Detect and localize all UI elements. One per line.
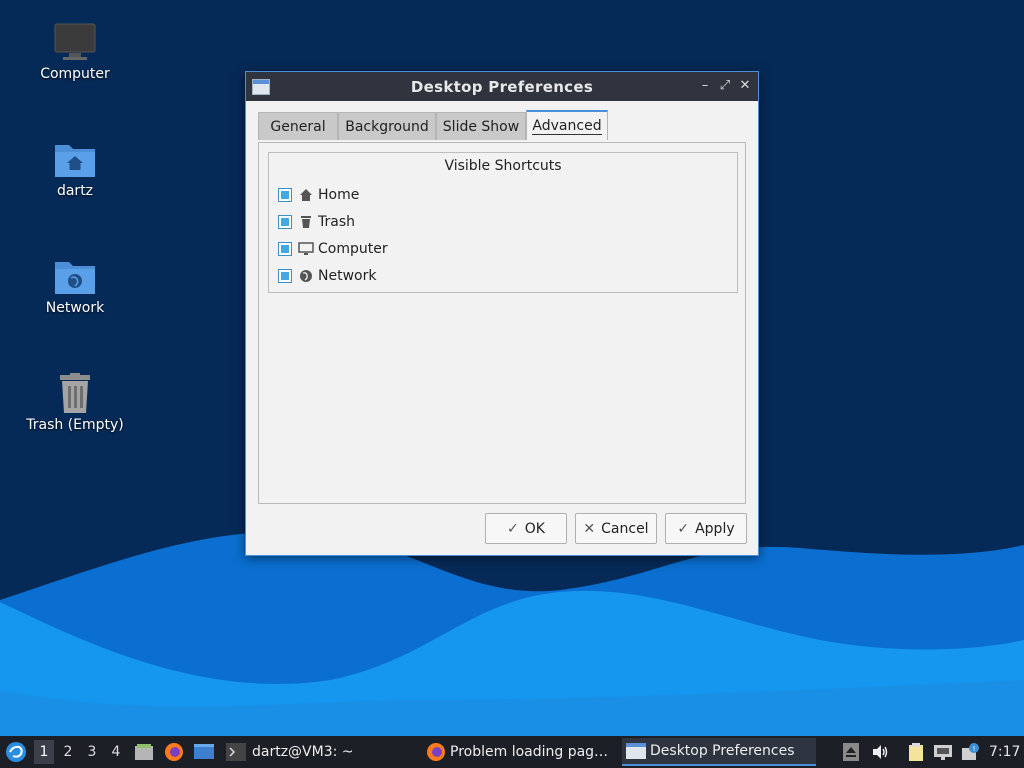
home-folder-icon xyxy=(55,145,95,177)
speaker-icon xyxy=(873,745,888,759)
apply-label: Apply xyxy=(695,520,735,537)
firefox-launcher[interactable] xyxy=(164,736,184,768)
shortcut-label: Network xyxy=(318,268,377,284)
shortcut-row-home[interactable]: Home xyxy=(278,185,359,205)
monitor-icon xyxy=(54,23,96,60)
apply-button[interactable]: ✓ Apply xyxy=(665,513,747,544)
shortcut-label: Home xyxy=(318,187,360,203)
firefox-icon xyxy=(427,743,445,761)
window-icon xyxy=(626,743,646,759)
desktop-icon-label: Computer xyxy=(40,66,110,82)
ok-button[interactable]: ✓ OK xyxy=(485,513,567,544)
visible-shortcuts-frame: Visible Shortcuts Home Trash Computer Ne… xyxy=(268,152,738,293)
minimize-button[interactable]: – xyxy=(696,77,714,95)
eject-tray-button[interactable] xyxy=(843,736,859,768)
desktop-icon-label: Network xyxy=(45,300,105,316)
trash-checkbox[interactable] xyxy=(278,215,292,229)
trash-icon xyxy=(60,373,90,413)
desktop-icon-home[interactable]: dartz xyxy=(20,139,130,199)
shortcut-label: Computer xyxy=(318,241,388,257)
close-button[interactable]: ✕ xyxy=(736,77,754,95)
computer-checkbox[interactable] xyxy=(278,242,292,256)
clipboard-tray-button[interactable] xyxy=(907,736,925,768)
network-folder-icon xyxy=(55,262,95,294)
desktop-preferences-dialog: Desktop Preferences – ⤢ ✕ General Backgr… xyxy=(245,71,759,556)
network-wired-icon xyxy=(934,745,952,760)
dialog-title: Desktop Preferences xyxy=(410,78,594,96)
start-menu-button[interactable] xyxy=(5,736,27,768)
task-desktop-preferences[interactable]: Desktop Preferences xyxy=(622,738,816,766)
check-icon: ✓ xyxy=(507,520,519,537)
close-icon: ✕ xyxy=(583,520,596,537)
shortcut-row-trash[interactable]: Trash xyxy=(278,212,355,232)
tab-background[interactable]: Background xyxy=(338,112,436,140)
shortcut-row-computer[interactable]: Computer xyxy=(278,239,388,259)
desktop-icon-computer[interactable]: Computer xyxy=(20,22,130,82)
volume-tray-button[interactable] xyxy=(871,736,889,768)
maximize-button[interactable]: ⤢ xyxy=(716,77,734,95)
show-desktop-launcher[interactable] xyxy=(193,736,215,768)
desktop-icon-trash[interactable]: Trash (Empty) xyxy=(20,373,130,433)
file-manager-launcher[interactable] xyxy=(134,736,154,768)
workspace-3[interactable]: 3 xyxy=(82,740,102,764)
firefox-icon xyxy=(165,743,183,761)
check-icon: ✓ xyxy=(677,520,690,537)
lxqt-logo-icon xyxy=(6,742,26,762)
monitor-icon xyxy=(298,241,314,257)
tab-label: Background xyxy=(345,119,429,135)
tab-slide-show[interactable]: Slide Show xyxy=(436,112,526,140)
ok-label: OK xyxy=(524,520,545,537)
workspace-4[interactable]: 4 xyxy=(106,740,126,764)
tab-label: Slide Show xyxy=(442,119,520,135)
desktop: Computer dartz Network Trash (Empty) Des… xyxy=(0,0,1024,736)
file-manager-icon xyxy=(135,744,153,760)
home-checkbox[interactable] xyxy=(278,188,292,202)
tab-advanced[interactable]: Advanced xyxy=(526,110,608,140)
svg-text:!: ! xyxy=(973,745,976,753)
eject-icon xyxy=(843,743,859,761)
home-icon xyxy=(298,187,314,203)
workspace-2[interactable]: 2 xyxy=(58,740,78,764)
shortcut-row-network[interactable]: Network xyxy=(278,266,376,286)
network-checkbox[interactable] xyxy=(278,269,292,283)
task-label: Desktop Preferences xyxy=(650,743,795,759)
dialog-titlebar[interactable]: Desktop Preferences – ⤢ ✕ xyxy=(246,72,758,101)
desktop-icon xyxy=(194,744,214,759)
update-tray-button[interactable]: ! xyxy=(960,736,980,768)
tab-general[interactable]: General xyxy=(258,112,338,140)
tab-label: General xyxy=(270,119,326,135)
desktop-icon-label: Trash (Empty) xyxy=(26,417,124,433)
tab-label: Advanced xyxy=(532,118,602,135)
desktop-icon-network[interactable]: Network xyxy=(20,256,130,316)
task-firefox[interactable]: Problem loading pag… xyxy=(424,738,614,766)
cancel-button[interactable]: ✕ Cancel xyxy=(575,513,657,544)
shortcut-label: Trash xyxy=(318,214,355,230)
clock-time: 7:17 xyxy=(989,744,1021,760)
cancel-label: Cancel xyxy=(601,520,649,537)
frame-title: Visible Shortcuts xyxy=(444,158,562,174)
clipboard-icon xyxy=(909,743,923,761)
task-label: Problem loading pag… xyxy=(450,744,609,760)
task-label: dartz@VM3: ~ xyxy=(252,744,354,760)
network-tray-button[interactable] xyxy=(933,736,953,768)
terminal-icon xyxy=(226,743,246,761)
clock[interactable]: 7:17 xyxy=(989,736,1020,768)
globe-icon xyxy=(298,268,314,284)
task-terminal[interactable]: dartz@VM3: ~ xyxy=(222,738,412,766)
update-notifier-icon: ! xyxy=(962,743,979,760)
desktop-icon-label: dartz xyxy=(56,183,94,199)
workspace-1[interactable]: 1 xyxy=(34,740,54,764)
taskbar: 1 2 3 4 dartz@VM3: ~ Problem loading pag… xyxy=(0,736,1024,768)
tab-panel-advanced: Visible Shortcuts Home Trash Computer Ne… xyxy=(258,142,746,504)
trash-icon xyxy=(298,214,314,230)
